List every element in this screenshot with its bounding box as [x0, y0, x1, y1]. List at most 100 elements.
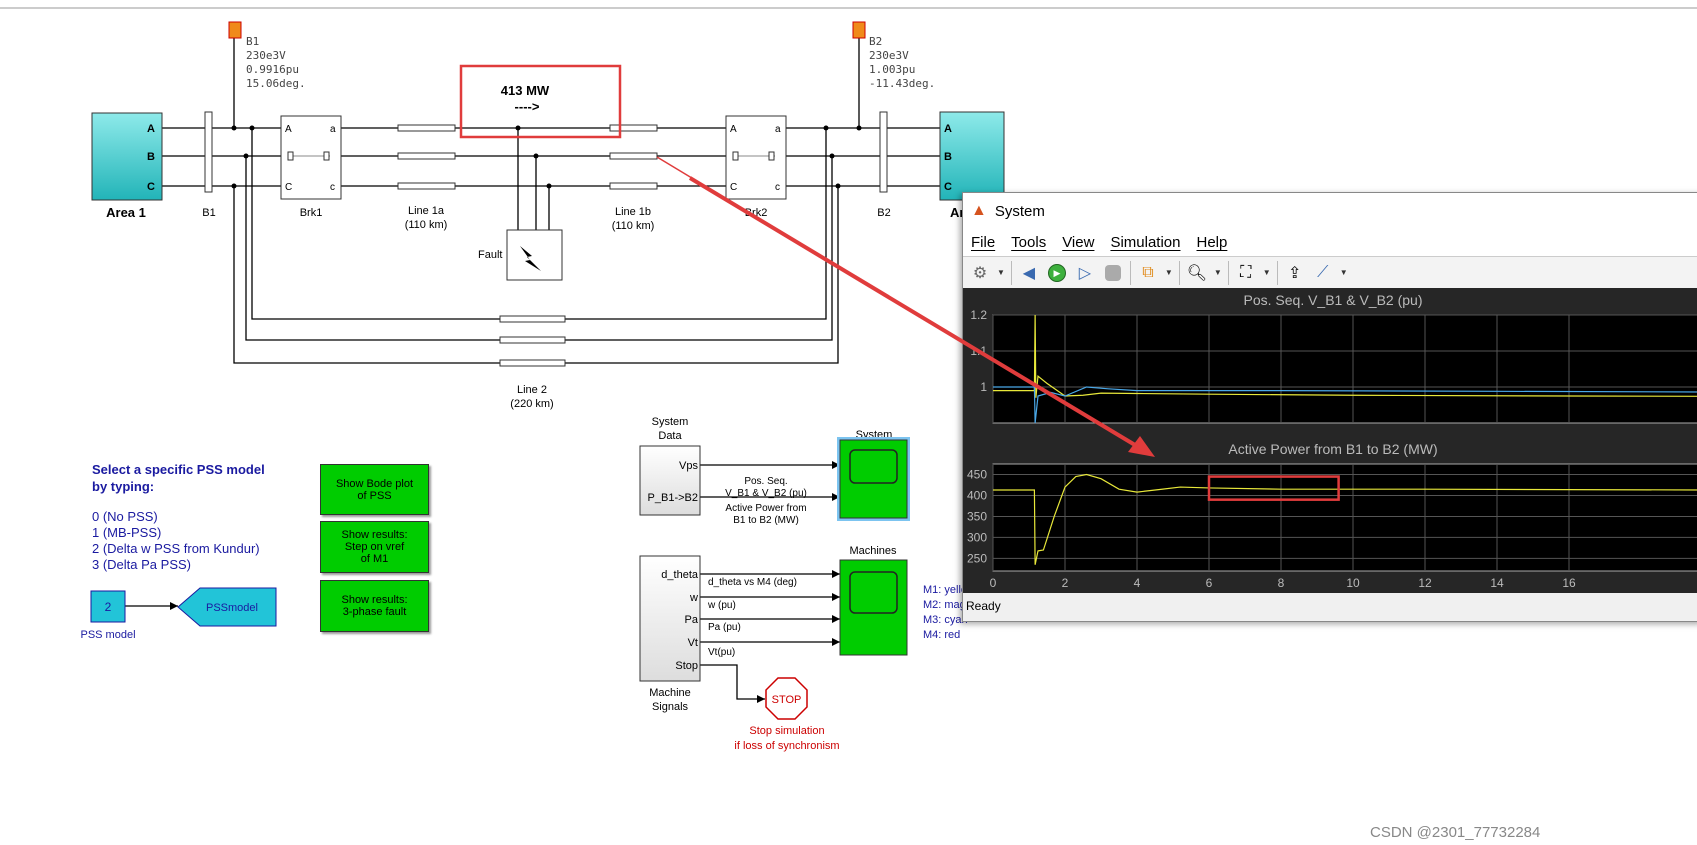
x-tick-label: 8 — [1278, 576, 1285, 590]
x-tick-label: 6 — [1206, 576, 1213, 590]
line1b-length: (110 km) — [612, 220, 655, 232]
brk2-block[interactable]: A C a c — [725, 115, 787, 200]
restore-icon[interactable]: ⇪ — [1284, 262, 1306, 284]
run-icon[interactable]: ▶ — [1046, 262, 1068, 284]
status-bar: Ready — [963, 593, 1697, 621]
bus-b2-label: B2 — [877, 207, 890, 219]
step-forward-icon[interactable]: ▷ — [1074, 262, 1096, 284]
pss-constant-value: 2 — [105, 600, 112, 614]
x-tick-label: 4 — [1134, 576, 1141, 590]
show-fault-results-button[interactable]: Show results: 3-phase fault — [320, 580, 429, 632]
signal-label: Pa (pu) — [708, 622, 741, 633]
scope-plots: Pos. Seq. V_B1 & V_B2 (pu) 1 1.1 1.2 Active… — [963, 288, 1697, 593]
power-highlight-box — [459, 64, 622, 139]
port-label: c — [775, 182, 780, 193]
x-tick-label: 0 — [990, 576, 997, 590]
x-tick-label: 12 — [1418, 576, 1432, 590]
button-line: 3-phase fault — [342, 606, 407, 618]
menu-view[interactable]: View — [1062, 234, 1094, 251]
port-label: C — [147, 181, 155, 193]
signal-label: Vt(pu) — [708, 647, 735, 658]
port-label: A — [730, 124, 737, 135]
step-back-icon[interactable]: ◀ — [1018, 262, 1040, 284]
port-label: a — [775, 124, 781, 135]
signal-label: d_theta vs M4 (deg) — [708, 577, 797, 588]
system-data-label: Data — [658, 430, 682, 442]
b2-measurement-icon[interactable] — [852, 21, 866, 39]
cursor-measure-icon[interactable]: ⟋ — [1312, 262, 1334, 284]
x-tick-label: 16 — [1562, 576, 1576, 590]
port-label: d_theta — [661, 569, 699, 581]
line1b-label: Line 1b — [615, 206, 651, 218]
port-label: B — [147, 151, 155, 163]
gear-icon[interactable]: ⚙ — [969, 262, 991, 284]
brk1-block[interactable]: A C a c — [280, 115, 342, 200]
button-line: Show results: — [341, 529, 408, 541]
bus-b2[interactable] — [879, 111, 888, 193]
show-step-results-button[interactable]: Show results: Step on vref of M1 — [320, 521, 429, 573]
stop-label: if loss of synchronism — [734, 740, 839, 752]
stop-label: Stop simulation — [749, 725, 824, 737]
line1a-label: Line 1a — [408, 205, 445, 217]
zoom-in-icon[interactable]: 🔍︎ — [1186, 262, 1208, 284]
bus-b1[interactable] — [204, 111, 213, 193]
menu-tools[interactable]: Tools — [1011, 234, 1046, 251]
power-flow-value: 413 MW — [501, 83, 550, 98]
machines-scope-label: Machines — [849, 545, 897, 557]
b1-measurement-icon[interactable] — [228, 21, 242, 39]
pss-instructions-title: Select a specific PSS model — [92, 462, 265, 477]
port-label: A — [944, 123, 952, 135]
bus-b1-label: B1 — [202, 207, 215, 219]
y-tick-label: 450 — [967, 467, 987, 481]
menu-help[interactable]: Help — [1197, 234, 1228, 251]
x-tick-label: 2 — [1062, 576, 1069, 590]
port-label: c — [330, 182, 335, 193]
plot-title: Pos. Seq. V_B1 & V_B2 (pu) — [1244, 292, 1423, 308]
watermark: CSDN @2301_77732284 — [1370, 824, 1540, 841]
button-line: Step on vref — [344, 541, 405, 553]
plot-area — [992, 463, 1697, 572]
port-label: w — [689, 592, 698, 604]
fault-block[interactable] — [506, 229, 563, 281]
port-label: Pa — [685, 614, 699, 626]
pss-goto-label: PSSmodel — [206, 602, 258, 614]
b1-meas-text: 230e3V — [246, 49, 286, 62]
signal-label: V_B1 & V_B2 (pu) — [725, 488, 807, 499]
line2-length: (220 km) — [510, 398, 553, 410]
show-bode-plot-button[interactable]: Show Bode plot of PSS — [320, 464, 429, 515]
x-tick-label: 10 — [1346, 576, 1360, 590]
b2-meas-text: B2 — [869, 35, 882, 48]
line2-label: Line 2 — [517, 384, 547, 396]
port-label: P_B1->B2 — [648, 492, 698, 504]
power-flow-arrow: ----> — [515, 99, 540, 114]
button-line: of PSS — [357, 489, 392, 502]
pss-instructions-title: by typing: — [92, 479, 154, 494]
autoscale-icon[interactable]: ⛶ — [1235, 262, 1257, 284]
stop-icon[interactable] — [1102, 262, 1124, 284]
window-title: System — [994, 202, 1045, 220]
y-tick-label: 350 — [967, 509, 987, 523]
system-data-block[interactable] — [639, 445, 701, 516]
pss-option: 2 (Delta w PSS from Kundur) — [92, 541, 260, 556]
signal-label: Active Power from — [725, 503, 806, 514]
pss-constant-label: PSS model — [80, 629, 135, 641]
port-label: B — [944, 151, 952, 163]
b2-meas-text: 1.003pu — [869, 63, 915, 76]
fault-label: Fault — [478, 249, 502, 261]
menu-simulation[interactable]: Simulation — [1110, 234, 1180, 251]
window-title-bar[interactable]: ▲ System — [963, 193, 1697, 229]
signal-select-icon[interactable]: ⧉ — [1137, 262, 1159, 284]
line1a-length: (110 km) — [405, 219, 448, 231]
menu-file[interactable]: File — [971, 234, 995, 251]
plot-area — [992, 314, 1697, 424]
scope-window: ▲ System File Tools View Simulation Help… — [962, 192, 1697, 622]
brk1-label: Brk1 — [300, 207, 323, 219]
y-tick-label: 300 — [967, 530, 987, 544]
y-tick-label: 1.1 — [970, 344, 987, 358]
port-label: C — [730, 182, 737, 193]
y-tick-label: 1 — [980, 380, 987, 394]
plot-title: Active Power from B1 to B2 (MW) — [1228, 441, 1437, 457]
port-label: Stop — [675, 660, 698, 672]
button-line: of M1 — [360, 553, 389, 565]
matlab-icon: ▲ — [971, 202, 987, 219]
